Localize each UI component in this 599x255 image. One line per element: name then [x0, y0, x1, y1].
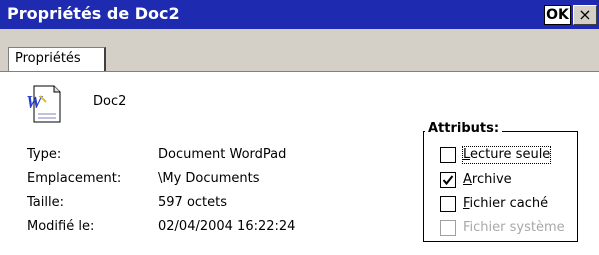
- system-file-checkbox: [440, 220, 456, 236]
- modified-label: Modifié le:: [27, 219, 95, 234]
- ok-button[interactable]: OK: [544, 5, 571, 25]
- tab-label: Propriétés: [15, 51, 81, 66]
- checkmark-icon: [442, 175, 454, 186]
- read-only-checkbox[interactable]: [440, 147, 456, 163]
- size-value: 597 octets: [158, 195, 228, 210]
- title-bar: Propriétés de Doc2 OK ×: [0, 0, 599, 29]
- location-label: Emplacement:: [27, 171, 122, 186]
- wordpad-document-icon: W: [26, 85, 61, 123]
- type-value: Document WordPad: [158, 147, 287, 162]
- type-label: Type:: [27, 147, 62, 162]
- archive-label[interactable]: Archive: [463, 172, 512, 188]
- close-button[interactable]: ×: [573, 5, 597, 25]
- tab-proprietes[interactable]: Propriétés: [8, 47, 106, 72]
- archive-checkbox[interactable]: [440, 172, 456, 188]
- attributes-legend: Attributs:: [425, 121, 503, 137]
- hidden-file-label[interactable]: Fichier caché: [463, 196, 548, 212]
- read-only-label[interactable]: Lecture seule: [461, 146, 552, 164]
- location-value: \My Documents: [158, 171, 260, 186]
- hidden-file-checkbox[interactable]: [440, 196, 456, 212]
- document-name: Doc2: [93, 94, 127, 109]
- system-file-label: Fichier système: [463, 220, 565, 235]
- size-label: Taille:: [27, 195, 64, 210]
- modified-value: 02/04/2004 16:22:24: [158, 219, 296, 234]
- window-title: Propriétés de Doc2: [7, 4, 180, 23]
- svg-text:W: W: [26, 92, 44, 112]
